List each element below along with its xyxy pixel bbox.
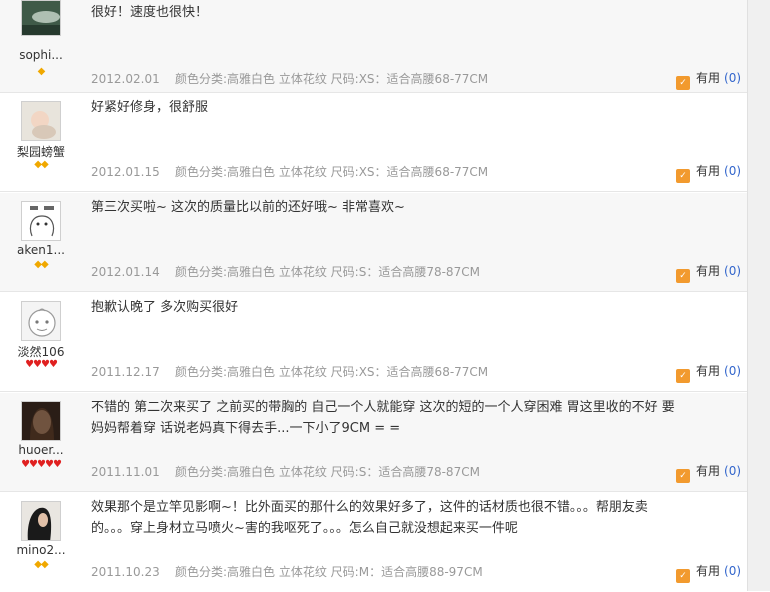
useful-label: 有用 xyxy=(696,364,721,378)
reviewer-name[interactable]: huoer... xyxy=(0,443,82,457)
useful-count: (0) xyxy=(724,364,742,378)
useful-count: (0) xyxy=(724,464,742,478)
reviewer-name[interactable]: aken1... xyxy=(0,243,82,257)
review-date: 2012.01.14 xyxy=(91,265,160,279)
review-list: sophi... ◆ 很好！速度也很快！ 2012.02.01 颜色分类:高雅白色… xyxy=(0,0,770,591)
review-meta: 2011.12.17 颜色分类:高雅白色 立体花纹 尺码:XS：适合高腰68-77… xyxy=(91,363,488,380)
rank-diamond-icon: ◆◆ xyxy=(34,559,48,570)
rank-diamond-icon: ◆◆ xyxy=(34,259,48,270)
divider xyxy=(0,191,748,192)
avatar[interactable] xyxy=(21,301,61,341)
sku-info: 颜色分类:高雅白色 立体花纹 尺码:M：适合高腰88-97CM xyxy=(175,565,483,579)
sku-info: 颜色分类:高雅白色 立体花纹 尺码:XS：适合高腰68-77CM xyxy=(175,72,489,86)
avatar[interactable] xyxy=(21,401,61,441)
reviewer: aken1... ◆◆ xyxy=(0,193,82,292)
sku-info: 颜色分类:高雅白色 立体花纹 尺码:S：适合高腰78-87CM xyxy=(175,265,480,279)
review-item: 淡然106 ♥♥♥♥ 抱歉认晚了 多次购买很好 2011.12.17 颜色分类:高… xyxy=(0,293,748,392)
thumbs-up-icon: ✓ xyxy=(676,469,690,483)
useful-button[interactable]: ✓ 有用 (0) xyxy=(676,162,742,183)
review-content: 第三次买啦~ 这次的质量比以前的还好哦~ 非常喜欢~ xyxy=(91,200,405,215)
review-date: 2011.12.17 xyxy=(91,365,160,379)
review-meta: 2012.02.01 颜色分类:高雅白色 立体花纹 尺码:XS：适合高腰68-77… xyxy=(91,70,488,87)
useful-label: 有用 xyxy=(696,564,721,578)
useful-button[interactable]: ✓ 有用 (0) xyxy=(676,462,742,483)
reviewer: sophi... ◆ xyxy=(0,0,82,93)
review-content: 抱歉认晚了 多次购买很好 xyxy=(91,300,239,315)
useful-button[interactable]: ✓ 有用 (0) xyxy=(676,262,742,283)
rank-heart-icon: ♥♥♥♥♥ xyxy=(21,459,62,470)
sku-info: 颜色分类:高雅白色 立体花纹 尺码:S：适合高腰78-87CM xyxy=(175,465,480,479)
useful-label: 有用 xyxy=(696,464,721,478)
useful-count: (0) xyxy=(724,71,742,85)
reviewer: huoer... ♥♥♥♥♥ xyxy=(0,393,82,492)
review-meta: 2011.10.23 颜色分类:高雅白色 立体花纹 尺码:M：适合高腰88-97C… xyxy=(91,563,483,580)
review-item: huoer... ♥♥♥♥♥ 不错的 第二次来买了 之前买的带胸的 自己一个人就… xyxy=(0,393,748,492)
review-item: mino2... ◆◆ 效果那个是立竿见影啊~！比外面买的那什么的效果好多了，这… xyxy=(0,493,748,592)
review-meta: 2012.01.14 颜色分类:高雅白色 立体花纹 尺码:S：适合高腰78-87C… xyxy=(91,263,480,280)
divider xyxy=(0,291,748,292)
review-item: aken1... ◆◆ 第三次买啦~ 这次的质量比以前的还好哦~ 非常喜欢~ 2… xyxy=(0,193,748,292)
useful-button[interactable]: ✓ 有用 (0) xyxy=(676,69,742,90)
avatar[interactable] xyxy=(21,501,61,541)
avatar[interactable] xyxy=(21,201,61,241)
review-date: 2012.01.15 xyxy=(91,165,160,179)
review-content: 效果那个是立竿见影啊~！比外面买的那什么的效果好多了，这件的话材质也很不错。。。… xyxy=(91,500,648,536)
useful-label: 有用 xyxy=(696,71,721,85)
review-content: 很好！速度也很快！ xyxy=(91,5,209,20)
useful-count: (0) xyxy=(724,564,742,578)
review-meta: 2012.01.15 颜色分类:高雅白色 立体花纹 尺码:XS：适合高腰68-77… xyxy=(91,163,488,180)
useful-count: (0) xyxy=(724,164,742,178)
thumbs-up-icon: ✓ xyxy=(676,76,690,90)
review-content: 好紧好修身，很舒服 xyxy=(91,100,209,115)
useful-button[interactable]: ✓ 有用 (0) xyxy=(676,362,742,383)
reviewer-name[interactable]: 梨园螃蟹 xyxy=(0,143,82,160)
rank-heart-icon: ♥♥♥♥ xyxy=(25,359,58,370)
sku-info: 颜色分类:高雅白色 立体花纹 尺码:XS：适合高腰68-77CM xyxy=(175,365,489,379)
useful-button[interactable]: ✓ 有用 (0) xyxy=(676,562,742,583)
scrollbar[interactable] xyxy=(747,0,770,591)
review-item: sophi... ◆ 很好！速度也很快！ 2012.02.01 颜色分类:高雅白色… xyxy=(0,0,748,93)
reviewer: mino2... ◆◆ xyxy=(0,493,82,592)
divider xyxy=(0,491,748,492)
reviewer-name[interactable]: mino2... xyxy=(0,543,82,557)
reviewer-name[interactable]: sophi... xyxy=(0,48,82,62)
thumbs-up-icon: ✓ xyxy=(676,369,690,383)
review-date: 2012.02.01 xyxy=(91,72,160,86)
thumbs-up-icon: ✓ xyxy=(676,269,690,283)
reviewer: 梨园螃蟹 ◆◆ xyxy=(0,93,82,192)
reviewer: 淡然106 ♥♥♥♥ xyxy=(0,293,82,392)
review-date: 2011.11.01 xyxy=(91,465,160,479)
review-date: 2011.10.23 xyxy=(91,565,160,579)
useful-count: (0) xyxy=(724,264,742,278)
review-meta: 2011.11.01 颜色分类:高雅白色 立体花纹 尺码:S：适合高腰78-87C… xyxy=(91,463,480,480)
useful-label: 有用 xyxy=(696,264,721,278)
divider xyxy=(0,391,748,392)
reviewer-name[interactable]: 淡然106 xyxy=(0,343,82,360)
useful-label: 有用 xyxy=(696,164,721,178)
thumbs-up-icon: ✓ xyxy=(676,169,690,183)
rank-diamond-icon: ◆◆ xyxy=(34,159,48,170)
review-item: 梨园螃蟹 ◆◆ 好紧好修身，很舒服 2012.01.15 颜色分类:高雅白色 立体… xyxy=(0,93,748,192)
sku-info: 颜色分类:高雅白色 立体花纹 尺码:XS：适合高腰68-77CM xyxy=(175,165,489,179)
avatar[interactable] xyxy=(21,101,61,141)
avatar[interactable] xyxy=(21,0,61,36)
rank-diamond-icon: ◆ xyxy=(37,66,46,77)
review-content: 不错的 第二次来买了 之前买的带胸的 自己一个人就能穿 这次的短的一个人穿困难 … xyxy=(91,400,675,436)
thumbs-up-icon: ✓ xyxy=(676,569,690,583)
